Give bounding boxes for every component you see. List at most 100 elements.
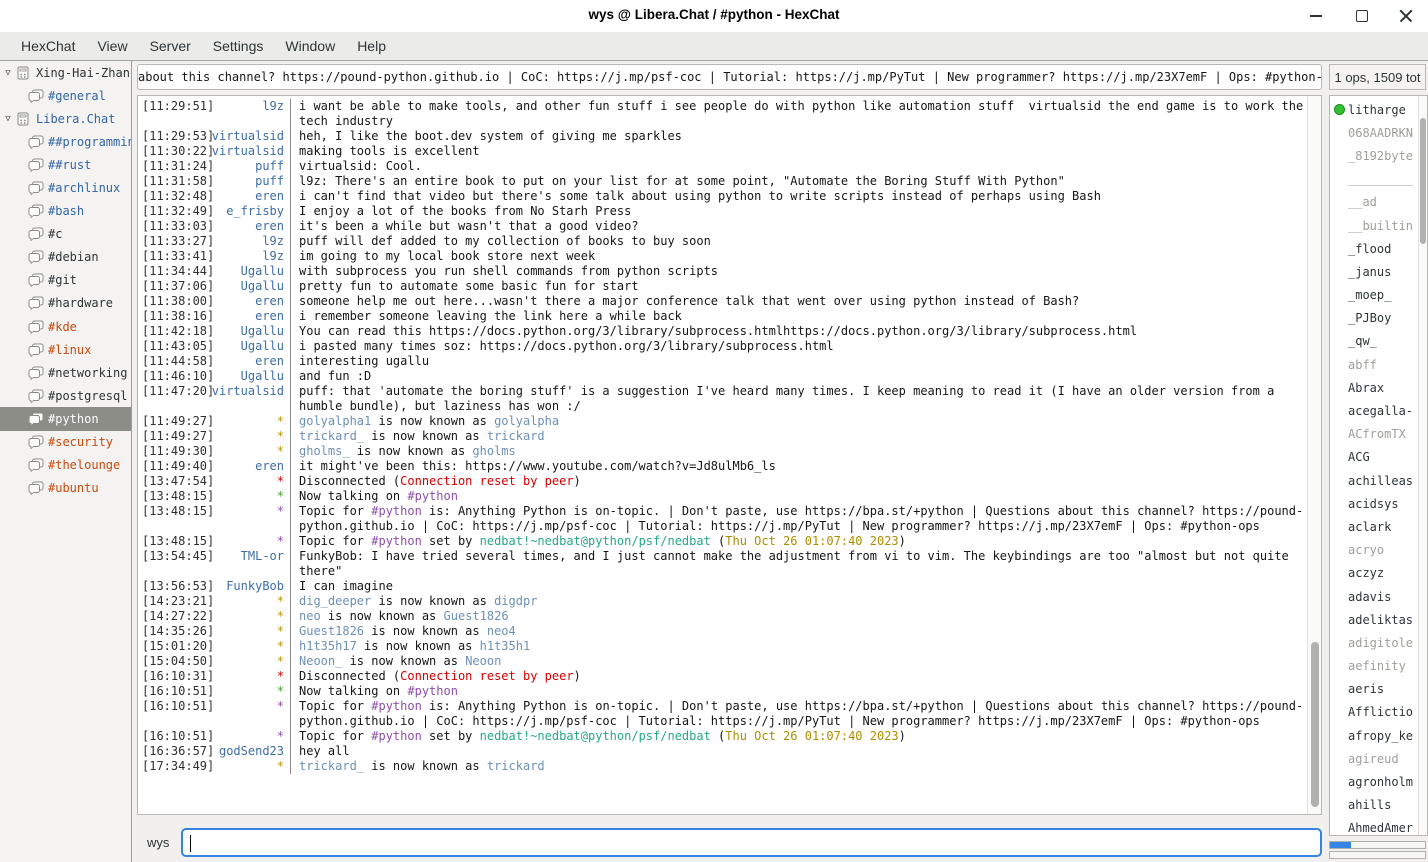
userlist-item[interactable]: aclark <box>1330 515 1418 538</box>
userlist-item[interactable]: agireud <box>1330 747 1418 770</box>
chat-scrollbar[interactable] <box>1307 96 1321 814</box>
tree-channel-archlinux[interactable]: #archlinux <box>0 176 131 199</box>
user-nick: aclark <box>1348 520 1391 534</box>
server-label: Libera.Chat <box>36 112 115 126</box>
chat-timestamp: [16:10:51] <box>138 699 206 714</box>
tree-channel-c[interactable]: #c <box>0 223 131 246</box>
userlist-item[interactable]: _moep_ <box>1330 284 1418 307</box>
tree-channel-bash[interactable]: #bash <box>0 200 131 223</box>
user-nick: aczyz <box>1348 566 1384 580</box>
minimize-button[interactable] <box>1306 6 1326 26</box>
tree-channel-networking[interactable]: #networking <box>0 361 131 384</box>
userlist-item[interactable]: aczyz <box>1330 562 1418 585</box>
tree-channel-rust[interactable]: ##rust <box>0 153 131 176</box>
tree-channel-debian[interactable]: #debian <box>0 246 131 269</box>
menu-item-server[interactable]: Server <box>139 35 202 57</box>
chat-line: [11:49:40]erenit might've been this: htt… <box>138 459 1307 474</box>
userlist-item[interactable]: abff <box>1330 353 1418 376</box>
tree-server-row[interactable]: ▽ Libera.Chat <box>0 107 131 130</box>
server-label: Xing-Hai-Zhan <box>36 66 130 80</box>
userlist-item[interactable]: ahills <box>1330 794 1418 817</box>
userlist-item[interactable]: adigitole <box>1330 631 1418 654</box>
tree-channel-ubuntu[interactable]: #ubuntu <box>0 477 131 500</box>
userlist-item[interactable]: ACfromTX <box>1330 423 1418 446</box>
maximize-button[interactable] <box>1352 6 1372 26</box>
userlist-item[interactable]: 068AADRKN <box>1330 121 1418 144</box>
chat-nick: eren <box>206 354 290 369</box>
userlist-item[interactable]: aeris <box>1330 678 1418 701</box>
menu-item-window[interactable]: Window <box>274 35 346 57</box>
chat-message-segment: trickard <box>487 429 545 443</box>
chat-message-segment: #python <box>407 489 458 503</box>
tree-channel-linux[interactable]: #linux <box>0 338 131 361</box>
chat-message-segment: #python <box>371 534 422 548</box>
user-nick: ACfromTX <box>1348 427 1406 441</box>
userlist-item[interactable]: afropy_ke <box>1330 724 1418 747</box>
tree-channel-python[interactable]: #python <box>0 407 131 430</box>
userlist-item[interactable]: acidsys <box>1330 492 1418 515</box>
userlist-item[interactable]: ACG <box>1330 446 1418 469</box>
chat-nick: puff <box>206 174 290 189</box>
userlist-item[interactable]: _janus <box>1330 260 1418 283</box>
userlist-item[interactable]: Abrax <box>1330 376 1418 399</box>
menu-item-hexchat[interactable]: HexChat <box>10 35 86 57</box>
tree-channel-git[interactable]: #git <box>0 269 131 292</box>
userlist-item[interactable]: _PJBoy <box>1330 307 1418 330</box>
input-row: wys <box>137 826 1322 858</box>
menu-item-view[interactable]: View <box>86 35 138 57</box>
tree-channel-programming[interactable]: ##programming <box>0 130 131 153</box>
tree-channel-kde[interactable]: #kde <box>0 315 131 338</box>
title-bar: wys @ Libera.Chat / #python - HexChat <box>0 0 1428 32</box>
chat-timestamp: [11:30:22] <box>138 144 206 159</box>
userlist-item[interactable]: achilleas <box>1330 469 1418 492</box>
userlist-item[interactable]: __ad <box>1330 191 1418 214</box>
tree-channel-hardware[interactable]: #hardware <box>0 292 131 315</box>
userlist-item[interactable]: adavis <box>1330 585 1418 608</box>
channel-label: #ubuntu <box>48 481 99 495</box>
tree-channel-general[interactable]: #general <box>0 84 131 107</box>
chat-message: i remember someone leaving the link here… <box>290 309 1307 324</box>
userlist-item[interactable]: aefinity <box>1330 655 1418 678</box>
userlist-scrollbar-thumb[interactable] <box>1420 118 1426 244</box>
menu-item-settings[interactable]: Settings <box>202 35 275 57</box>
userlist-item[interactable]: litharge <box>1330 98 1418 121</box>
chat-message-segment: #python <box>371 729 422 743</box>
userlist-item[interactable]: agronholm <box>1330 770 1418 793</box>
userlist-item[interactable]: _qw_ <box>1330 330 1418 353</box>
userlist-item[interactable]: AhmedAmer <box>1330 817 1418 836</box>
chat-message: i want be able to make tools, and other … <box>290 99 1307 129</box>
menu-item-help[interactable]: Help <box>346 35 397 57</box>
chat-nick: * <box>206 534 290 549</box>
userlist-scrollbar[interactable] <box>1418 96 1427 835</box>
tree-channel-security[interactable]: #security <box>0 431 131 454</box>
chat-scrollbar-thumb[interactable] <box>1311 642 1319 807</box>
tree-channel-postgresql[interactable]: #postgresql <box>0 384 131 407</box>
chat-message: it might've been this: https://www.youtu… <box>290 459 1307 474</box>
userlist-item[interactable]: acryo <box>1330 539 1418 562</box>
expander-arrow-icon[interactable]: ▽ <box>0 114 16 124</box>
close-button[interactable] <box>1396 6 1416 26</box>
chat-nick: * <box>206 444 290 459</box>
chat-line: [11:32:48]ereni can't find that video bu… <box>138 189 1307 204</box>
userlist-item[interactable]: _8192byte <box>1330 144 1418 167</box>
userlist-item[interactable]: Afflictio <box>1330 701 1418 724</box>
expander-arrow-icon[interactable]: ▽ <box>0 68 16 78</box>
userlist-item[interactable]: acegalla- <box>1330 399 1418 422</box>
message-input[interactable] <box>181 828 1322 857</box>
userlist-item[interactable]: adeliktas <box>1330 608 1418 631</box>
topic-bar[interactable]: about this channel? https://pound-python… <box>137 64 1322 90</box>
chat-message-segment: is now known as <box>364 624 487 638</box>
chat-message-segment: nedbat!~nedbat@python/psf/nedbat <box>480 534 711 548</box>
userlist-item[interactable]: _________ <box>1330 168 1418 191</box>
userlist-item[interactable]: __builtin <box>1330 214 1418 237</box>
tree-server-row[interactable]: ▽ Xing-Hai-Zhan <box>0 61 131 84</box>
chat-message: Topic for #python set by nedbat!~nedbat@… <box>290 534 1307 549</box>
tree-channel-thelounge[interactable]: #thelounge <box>0 454 131 477</box>
chat-nick: TML-or <box>206 549 290 564</box>
chat-message-segment: heh, I like the boot.dev system of givin… <box>299 129 682 143</box>
chat-timestamp: [13:48:15] <box>138 534 206 549</box>
chat-message-segment: Topic for <box>299 699 371 713</box>
chat-message-segment: is: Anything Python is on-topic. | Don't… <box>299 699 1303 728</box>
chat-nick: * <box>206 489 290 504</box>
userlist-item[interactable]: _flood <box>1330 237 1418 260</box>
